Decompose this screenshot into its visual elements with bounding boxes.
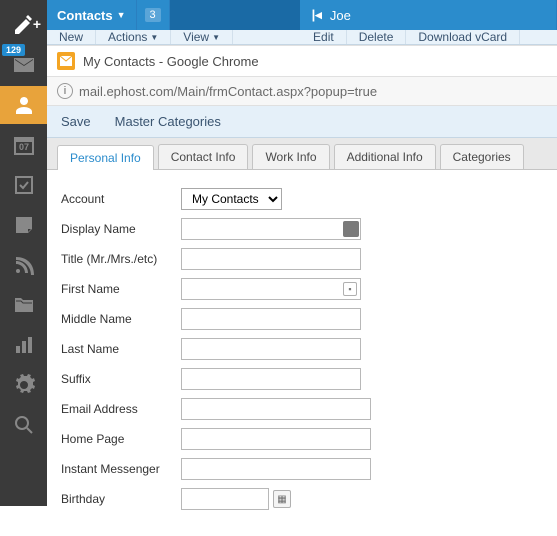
tab-contacts[interactable]: Contacts ▼ bbox=[47, 0, 137, 30]
homepage-label: Home Page bbox=[61, 432, 181, 446]
contacts-nav[interactable] bbox=[0, 86, 47, 124]
calendar-picker-icon[interactable]: ▦ bbox=[273, 490, 291, 508]
popup-titlebar: My Contacts - Google Chrome bbox=[47, 46, 557, 77]
popup-title: My Contacts - Google Chrome bbox=[83, 54, 259, 69]
tab-contact-info[interactable]: Contact Info bbox=[158, 144, 249, 169]
folder-icon bbox=[12, 293, 36, 317]
actions-button[interactable]: Actions▼ bbox=[96, 30, 171, 44]
master-categories-button[interactable]: Master Categories bbox=[115, 114, 221, 129]
note-icon bbox=[12, 213, 36, 237]
collapse-icon: |◂ bbox=[312, 7, 322, 23]
homepage-input[interactable] bbox=[181, 428, 371, 450]
tab-work-info[interactable]: Work Info bbox=[252, 144, 329, 169]
display-name-input[interactable] bbox=[181, 218, 361, 240]
display-name-label: Display Name bbox=[61, 222, 181, 236]
last-name-input[interactable] bbox=[181, 338, 361, 360]
tab-personal-info[interactable]: Personal Info bbox=[57, 145, 154, 170]
delete-button[interactable]: Delete bbox=[347, 30, 407, 44]
popup-url: mail.ephost.com/Main/frmContact.aspx?pop… bbox=[79, 84, 377, 99]
chevron-down-icon: ▼ bbox=[117, 10, 126, 20]
im-input[interactable] bbox=[181, 458, 371, 480]
mail-app-icon bbox=[57, 52, 75, 70]
account-select[interactable]: My Contacts bbox=[181, 188, 282, 210]
edit-button[interactable]: Edit bbox=[301, 30, 347, 44]
toolbar: New Actions▼ View▼ Edit Delete Download … bbox=[47, 30, 557, 45]
first-name-input[interactable] bbox=[181, 278, 361, 300]
save-button[interactable]: Save bbox=[61, 114, 91, 129]
tab-additional-info[interactable]: Additional Info bbox=[334, 144, 436, 169]
suffix-input[interactable] bbox=[181, 368, 361, 390]
new-button[interactable]: New bbox=[47, 30, 96, 44]
account-label: Account bbox=[61, 192, 181, 206]
mail-badge: 129 bbox=[2, 44, 25, 56]
reports-nav[interactable] bbox=[0, 326, 47, 364]
settings-nav[interactable] bbox=[0, 366, 47, 404]
rss-icon bbox=[12, 253, 36, 277]
first-name-label: First Name bbox=[61, 282, 181, 296]
popup-window: My Contacts - Google Chrome i mail.ephos… bbox=[47, 45, 557, 536]
tab-person[interactable]: |◂ Joe bbox=[300, 0, 557, 30]
email-label: Email Address bbox=[61, 402, 181, 416]
birthday-input[interactable] bbox=[181, 488, 269, 510]
birthday-label: Birthday bbox=[61, 492, 181, 506]
svg-text:07: 07 bbox=[18, 142, 28, 152]
contact-card-icon[interactable]: ▪ bbox=[343, 282, 357, 296]
search-icon bbox=[12, 413, 36, 437]
last-name-label: Last Name bbox=[61, 342, 181, 356]
compose-button[interactable]: + bbox=[0, 6, 47, 44]
mail-nav[interactable]: 129 bbox=[0, 46, 47, 84]
ellipsis-icon[interactable] bbox=[343, 221, 359, 237]
form-tabs: Personal Info Contact Info Work Info Add… bbox=[47, 138, 557, 170]
bar-chart-icon bbox=[12, 333, 36, 357]
left-nav-rail: + 129 07 bbox=[0, 0, 47, 506]
search-nav[interactable] bbox=[0, 406, 47, 444]
info-icon[interactable]: i bbox=[57, 83, 73, 99]
im-label: Instant Messenger bbox=[61, 462, 181, 476]
popup-toolbar: Save Master Categories bbox=[47, 106, 557, 138]
files-nav[interactable] bbox=[0, 286, 47, 324]
tab-contacts-count: 3 bbox=[137, 0, 170, 30]
view-button[interactable]: View▼ bbox=[171, 30, 233, 44]
rss-nav[interactable] bbox=[0, 246, 47, 284]
envelope-icon bbox=[12, 53, 36, 77]
email-input[interactable] bbox=[181, 398, 371, 420]
middle-name-label: Middle Name bbox=[61, 312, 181, 326]
header-tabs: Contacts ▼ 3 |◂ Joe bbox=[47, 0, 557, 30]
tab-contacts-label: Contacts bbox=[57, 8, 113, 23]
title-input[interactable] bbox=[181, 248, 361, 270]
calendar-nav[interactable]: 07 bbox=[0, 126, 47, 164]
calendar-icon: 07 bbox=[12, 133, 36, 157]
person-icon bbox=[12, 93, 36, 117]
checkbox-icon bbox=[12, 173, 36, 197]
download-vcard-button[interactable]: Download vCard bbox=[406, 30, 520, 44]
notes-nav[interactable] bbox=[0, 206, 47, 244]
tab-categories[interactable]: Categories bbox=[440, 144, 524, 169]
tab-person-label: Joe bbox=[330, 8, 351, 23]
gear-icon bbox=[12, 373, 36, 397]
popup-addressbar: i mail.ephost.com/Main/frmContact.aspx?p… bbox=[47, 77, 557, 106]
suffix-label: Suffix bbox=[61, 372, 181, 386]
middle-name-input[interactable] bbox=[181, 308, 361, 330]
main-area: Contacts ▼ 3 |◂ Joe New Actions▼ View▼ E… bbox=[47, 0, 557, 506]
form-area: Account My Contacts Display Name Title (… bbox=[47, 170, 557, 536]
title-label: Title (Mr./Mrs./etc) bbox=[61, 252, 181, 266]
tasks-nav[interactable] bbox=[0, 166, 47, 204]
plus-icon: + bbox=[33, 16, 41, 32]
